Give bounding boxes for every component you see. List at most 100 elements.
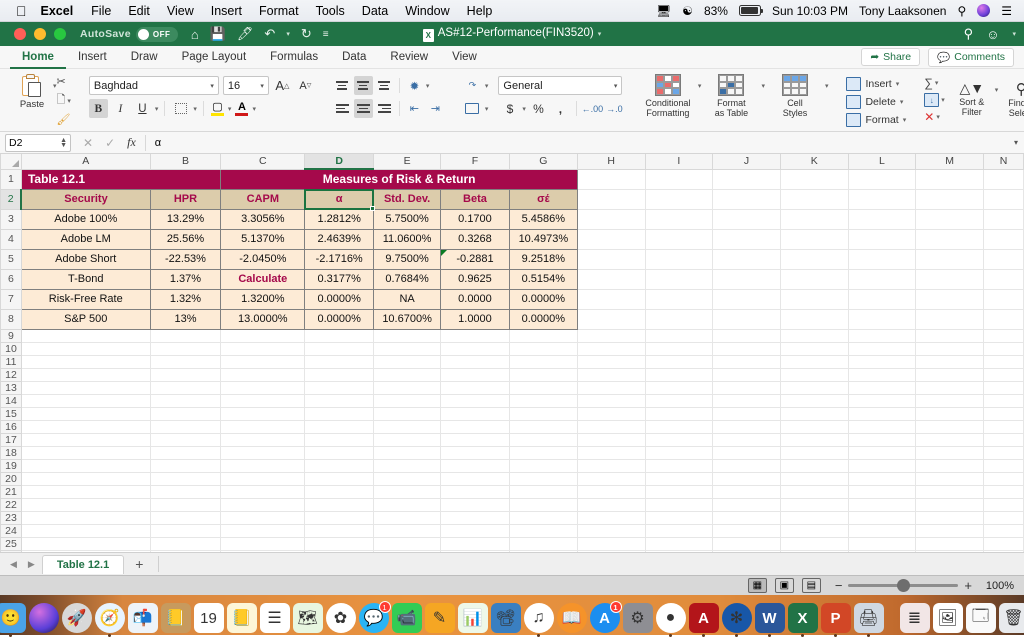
cell-I1[interactable] bbox=[645, 169, 713, 189]
cell-G22[interactable] bbox=[509, 498, 577, 511]
cell-A11[interactable] bbox=[21, 355, 150, 368]
dock-item-safari[interactable]: 🧭 bbox=[95, 603, 125, 633]
dock-item-ibooks[interactable]: 📖 bbox=[557, 603, 587, 633]
cell-E19[interactable] bbox=[374, 459, 441, 472]
cell-K13[interactable] bbox=[780, 381, 848, 394]
cell-D24[interactable] bbox=[305, 524, 374, 537]
cell-M6[interactable] bbox=[916, 269, 984, 289]
cell-H18[interactable] bbox=[577, 446, 645, 459]
cell-E3-stddev[interactable]: 5.7500% bbox=[374, 209, 441, 229]
paste-button[interactable]: Paste bbox=[11, 72, 53, 110]
cell-B17[interactable] bbox=[150, 433, 221, 446]
cell-A10[interactable] bbox=[21, 342, 150, 355]
maximize-window-button[interactable] bbox=[54, 28, 66, 40]
cell-B11[interactable] bbox=[150, 355, 221, 368]
cell-C4-capm[interactable]: 5.1370% bbox=[221, 229, 305, 249]
cell-E11[interactable] bbox=[374, 355, 441, 368]
align-bottom-button[interactable] bbox=[375, 76, 394, 95]
row-header-5[interactable]: 5 bbox=[1, 249, 22, 269]
cell-K24[interactable] bbox=[780, 524, 848, 537]
cell-D13[interactable] bbox=[305, 381, 374, 394]
cell-E26[interactable] bbox=[374, 550, 441, 552]
cell-J9[interactable] bbox=[713, 329, 781, 342]
dock-item-numbers[interactable]: 📊 bbox=[458, 603, 488, 633]
cell-I11[interactable] bbox=[645, 355, 713, 368]
cell-L10[interactable] bbox=[848, 342, 916, 355]
cell-styles-chevron-down-icon[interactable]: ▾ bbox=[825, 82, 829, 90]
cell-M3[interactable] bbox=[916, 209, 984, 229]
cell-I10[interactable] bbox=[645, 342, 713, 355]
cell-L8[interactable] bbox=[848, 309, 916, 329]
cell-F20[interactable] bbox=[441, 472, 510, 485]
delete-chevron-down-icon[interactable]: ▾ bbox=[900, 98, 904, 106]
cell-K6[interactable] bbox=[780, 269, 848, 289]
cell-E16[interactable] bbox=[374, 420, 441, 433]
page-layout-view-button[interactable]: ▣ bbox=[775, 578, 794, 593]
cell-L2[interactable] bbox=[848, 189, 916, 209]
cell-E13[interactable] bbox=[374, 381, 441, 394]
cell-I17[interactable] bbox=[645, 433, 713, 446]
cell-K8[interactable] bbox=[780, 309, 848, 329]
cell-I18[interactable] bbox=[645, 446, 713, 459]
dock-item-word[interactable]: W bbox=[755, 603, 785, 633]
tab-home[interactable]: Home bbox=[10, 46, 66, 69]
smiley-chevron-down-icon[interactable]: ▾ bbox=[1012, 30, 1016, 38]
search-icon[interactable]: ⚲ bbox=[964, 26, 974, 42]
menu-item-help[interactable]: Help bbox=[467, 4, 493, 18]
cell-E25[interactable] bbox=[374, 537, 441, 550]
cell-I20[interactable] bbox=[645, 472, 713, 485]
cell-L16[interactable] bbox=[848, 420, 916, 433]
currency-chevron-down-icon[interactable]: ▾ bbox=[522, 105, 526, 113]
cell-A13[interactable] bbox=[21, 381, 150, 394]
cell-G4-sigma-e[interactable]: 10.4973% bbox=[509, 229, 577, 249]
shrink-font-button[interactable]: A▽ bbox=[296, 76, 315, 95]
cell-J24[interactable] bbox=[713, 524, 781, 537]
comment-indicator-icon[interactable] bbox=[441, 250, 447, 256]
dock-item-facetime[interactable]: 📹 bbox=[392, 603, 422, 633]
menu-item-data[interactable]: Data bbox=[362, 4, 388, 18]
dock-item-photos[interactable]: ✿ bbox=[326, 603, 356, 633]
cell-C6-capm[interactable]: Calculate bbox=[221, 269, 305, 289]
cell-B7-hpr[interactable]: 1.32% bbox=[150, 289, 221, 309]
decrease-indent-button[interactable]: ⇤ bbox=[405, 99, 424, 118]
cell-B6-hpr[interactable]: 1.37% bbox=[150, 269, 221, 289]
spotlight-search-icon[interactable]: ⚲ bbox=[957, 4, 966, 18]
cell-D4-alpha[interactable]: 2.4639% bbox=[305, 229, 374, 249]
control-center-icon[interactable]: ☰ bbox=[1001, 4, 1012, 18]
cell-E12[interactable] bbox=[374, 368, 441, 381]
cell-E6-stddev[interactable]: 0.7684% bbox=[374, 269, 441, 289]
airplay-icon[interactable]: 🖥 bbox=[656, 4, 671, 18]
cell-B22[interactable] bbox=[150, 498, 221, 511]
cell-M10[interactable] bbox=[916, 342, 984, 355]
formula-bar-expand-icon[interactable]: ▾ bbox=[1014, 138, 1018, 147]
format-chevron-down-icon[interactable]: ▾ bbox=[903, 116, 907, 124]
percent-style-button[interactable]: % bbox=[529, 99, 548, 118]
cell-B15[interactable] bbox=[150, 407, 221, 420]
autosum-chevron-down-icon[interactable]: ▾ bbox=[935, 79, 939, 87]
cell-F5-beta[interactable]: -0.2881 bbox=[441, 249, 510, 269]
row-header-24[interactable]: 24 bbox=[1, 524, 22, 537]
cell-F18[interactable] bbox=[441, 446, 510, 459]
cell-D18[interactable] bbox=[305, 446, 374, 459]
cell-D23[interactable] bbox=[305, 511, 374, 524]
cell-H22[interactable] bbox=[577, 498, 645, 511]
cell-J23[interactable] bbox=[713, 511, 781, 524]
dock-item-image-capture[interactable]: 🖨 bbox=[854, 603, 884, 633]
column-header-K[interactable]: K bbox=[780, 154, 848, 169]
cell-I15[interactable] bbox=[645, 407, 713, 420]
cell-C20[interactable] bbox=[221, 472, 305, 485]
table-title-left[interactable]: Table 12.1 bbox=[21, 169, 220, 189]
cell-A21[interactable] bbox=[21, 485, 150, 498]
cell-N2[interactable] bbox=[984, 189, 1024, 209]
cell-K1[interactable] bbox=[780, 169, 848, 189]
page-break-view-button[interactable]: ▤ bbox=[802, 578, 821, 593]
table-header-sigma-e[interactable]: σέ bbox=[509, 189, 577, 209]
dock-item-powerpoint[interactable]: P bbox=[821, 603, 851, 633]
cell-H7[interactable] bbox=[577, 289, 645, 309]
cell-E22[interactable] bbox=[374, 498, 441, 511]
cell-K25[interactable] bbox=[780, 537, 848, 550]
cell-G17[interactable] bbox=[509, 433, 577, 446]
cell-L7[interactable] bbox=[848, 289, 916, 309]
comma-style-button[interactable]: , bbox=[551, 99, 570, 118]
fill-chevron-down-icon-2[interactable]: ▾ bbox=[941, 96, 945, 104]
